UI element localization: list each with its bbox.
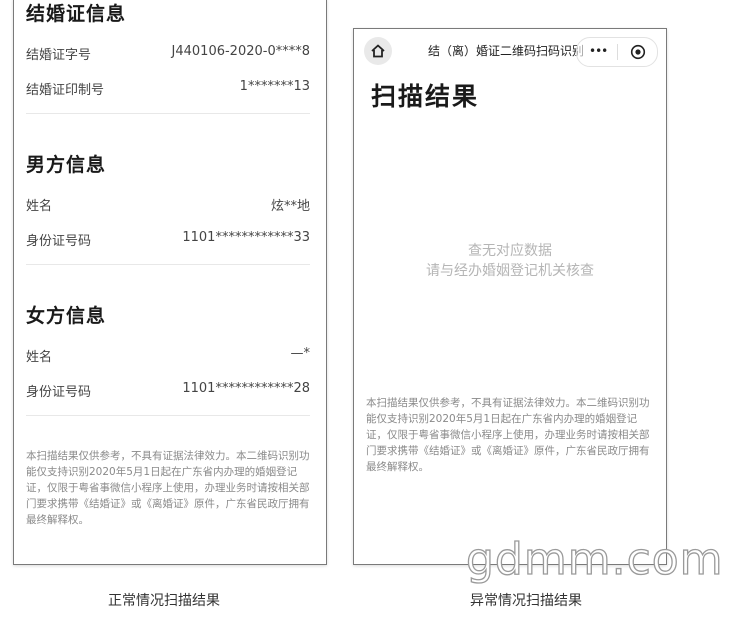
male-name-label: 姓名 (26, 199, 53, 214)
left-caption: 正常情况扫描结果 (108, 593, 220, 609)
divider (26, 415, 310, 416)
divider (26, 264, 310, 265)
normal-result-screen: 结婚证信息 结婚证字号 J440106-2020-0****8 结婚证印制号 1… (13, 0, 327, 565)
male-id-label: 身份证号码 (26, 234, 92, 249)
female-name-label: 姓名 (26, 350, 53, 365)
marriage-info-title: 结婚证信息 (26, 3, 127, 25)
certificate-number-label: 结婚证字号 (26, 48, 92, 63)
home-button[interactable] (364, 37, 392, 65)
navigation-bar: 结（离）婚证二维码扫码识别 ••• (354, 29, 666, 75)
male-id-value: 1101************33 (182, 230, 310, 245)
disclaimer-text: 本扫描结果仅供参考，不具有证据法律效力。本二维码识别功能仅支持识别2020年5月… (366, 397, 650, 473)
target-close-icon[interactable] (630, 44, 646, 60)
print-number-label: 结婚证印制号 (26, 83, 105, 98)
home-icon (371, 44, 385, 58)
right-caption: 异常情况扫描结果 (470, 593, 582, 609)
divider (26, 113, 310, 114)
female-name-value: —* (290, 346, 311, 361)
more-dots-icon[interactable]: ••• (589, 44, 608, 58)
female-id-label: 身份证号码 (26, 385, 92, 400)
watermark: gdmm.com (465, 533, 724, 585)
male-name-value: 炫**地 (270, 199, 310, 214)
female-id-value: 1101************28 (182, 381, 310, 396)
print-number-value: 1*******13 (239, 79, 310, 94)
empty-message-line1: 查无对应数据 (468, 243, 552, 259)
nav-title: 结（离）婚证二维码扫码识别 (428, 44, 585, 58)
female-info-title: 女方信息 (26, 305, 107, 327)
disclaimer-text: 本扫描结果仅供参考，不具有证据法律效力。本二维码识别功能仅支持识别2020年5月… (26, 450, 310, 526)
abnormal-result-screen: 结（离）婚证二维码扫码识别 ••• 扫描结果 查无对应数据 请与经办婚姻登记机关… (353, 28, 667, 565)
male-info-title: 男方信息 (26, 154, 107, 176)
mini-program-capsule: ••• (576, 37, 658, 67)
page-heading: 扫描结果 (371, 82, 480, 111)
capsule-divider (617, 44, 618, 60)
empty-message-line2: 请与经办婚姻登记机关核查 (426, 263, 594, 279)
certificate-number-value: J440106-2020-0****8 (171, 44, 310, 59)
